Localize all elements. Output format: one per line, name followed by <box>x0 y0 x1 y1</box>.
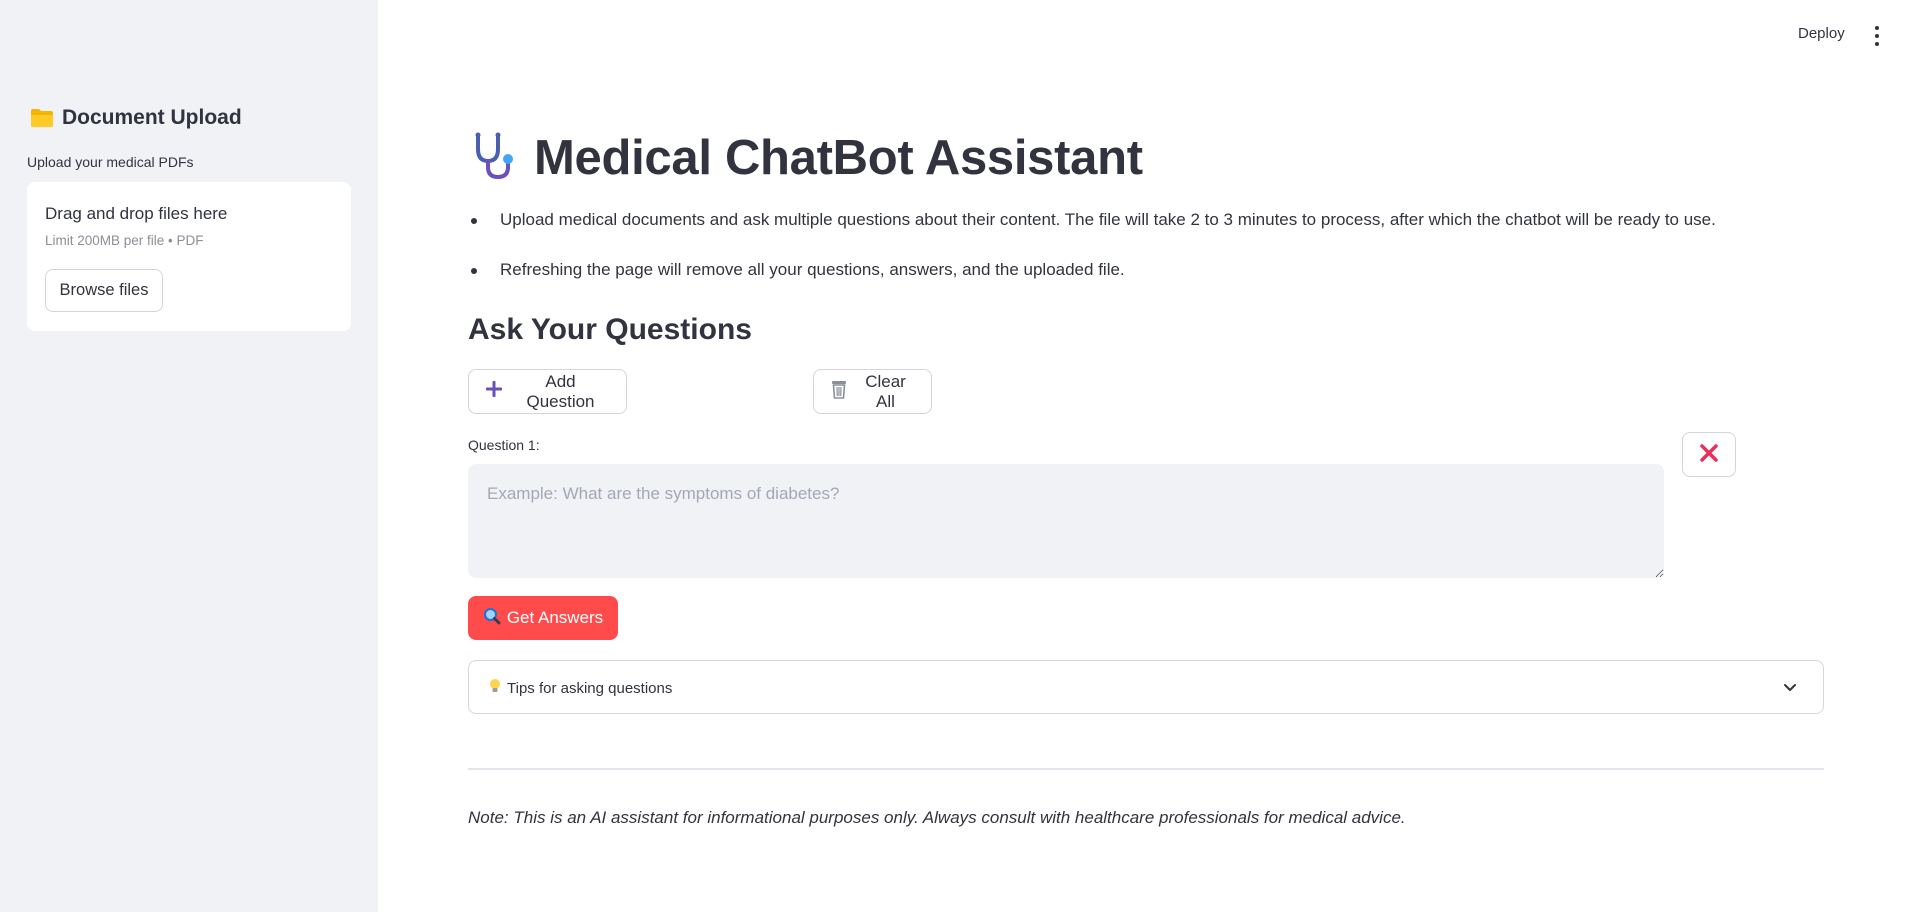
disclaimer-note: Note: This is an AI assistant for inform… <box>468 808 1406 827</box>
remove-question-button[interactable] <box>1682 432 1736 477</box>
tips-label: Tips for asking questions <box>507 679 673 697</box>
add-question-label: Add Question <box>526 371 595 411</box>
dropzone-title: Drag and drop files here <box>45 204 228 223</box>
bullet-refresh-warning: Refreshing the page will remove all your… <box>468 256 1818 284</box>
sidebar-title-text: Document Upload <box>62 106 242 129</box>
tips-expander[interactable]: Tips for asking questions <box>468 660 1824 714</box>
question-1-label: Question 1: <box>468 437 540 453</box>
clear-all-label: Clear All <box>865 371 906 411</box>
get-answers-label: Get Answers <box>506 608 604 627</box>
upload-label: Upload your medical PDFs <box>27 154 194 170</box>
file-dropzone[interactable]: Drag and drop files here Limit 200MB per… <box>27 182 351 331</box>
browse-files-button[interactable]: Browse files <box>45 269 163 312</box>
divider <box>468 768 1824 770</box>
sidebar: Document Upload Upload your medical PDFs… <box>0 0 378 912</box>
kebab-menu-icon[interactable] <box>1870 26 1884 46</box>
add-question-button[interactable]: Add Question <box>468 369 627 414</box>
page-title: Medical ChatBot Assistant <box>468 125 1143 190</box>
bullet-upload-info: Upload medical documents and ask multipl… <box>468 206 1818 234</box>
dropzone-limit: Limit 200MB per file • PDF <box>45 233 204 248</box>
plus-icon <box>485 380 503 403</box>
clear-all-button[interactable]: Clear All <box>813 369 932 414</box>
chevron-down-icon <box>1783 681 1797 695</box>
folder-icon <box>30 108 54 128</box>
sidebar-title: Document Upload <box>30 103 242 133</box>
magnifier-icon <box>483 607 501 630</box>
stethoscope-icon <box>468 129 520 186</box>
get-answers-button[interactable]: Get Answers <box>468 596 618 640</box>
trash-icon <box>830 379 848 404</box>
question-1-input[interactable] <box>468 464 1664 578</box>
deploy-button[interactable]: Deploy <box>1798 25 1845 42</box>
page-title-text: Medical ChatBot Assistant <box>534 130 1143 185</box>
close-icon <box>1699 443 1719 466</box>
lightbulb-icon <box>489 678 501 698</box>
info-bullets: Upload medical documents and ask multipl… <box>468 206 1818 306</box>
tips-header: Tips for asking questions <box>489 678 672 698</box>
section-heading: Ask Your Questions <box>468 313 752 346</box>
